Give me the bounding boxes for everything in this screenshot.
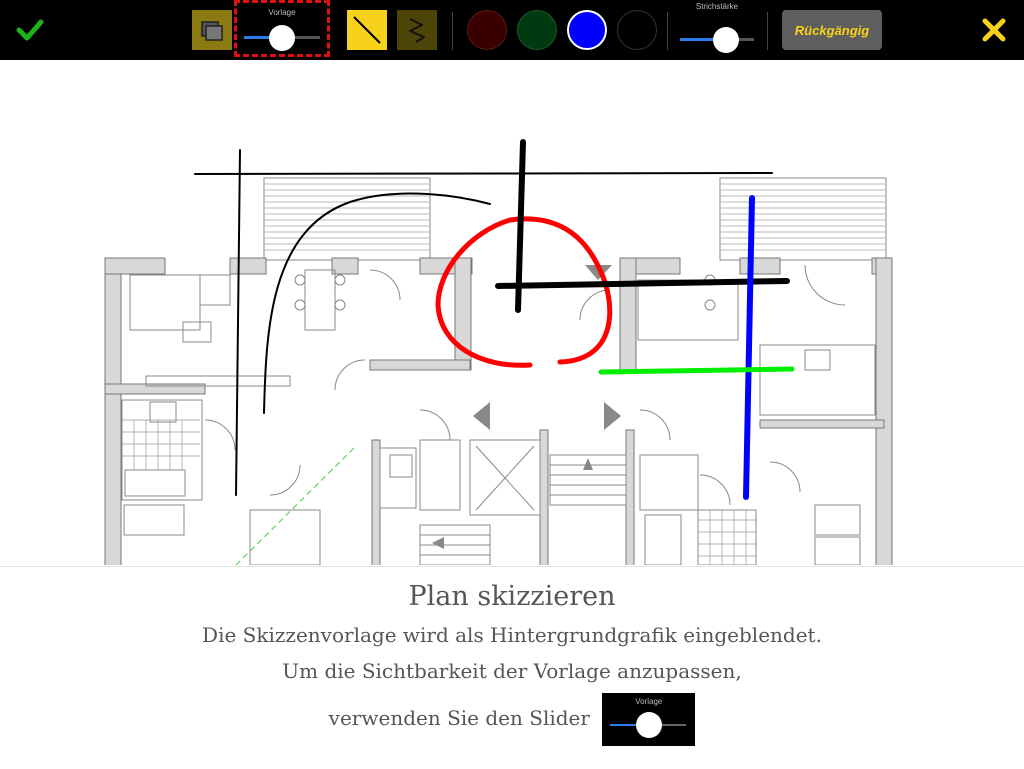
hint-slider-label: Vorlage bbox=[635, 697, 663, 706]
hint-slider-illustration: Vorlage bbox=[602, 693, 696, 746]
toolbar-divider bbox=[767, 12, 768, 50]
stroke-width-slider-label: Strichstärke bbox=[695, 2, 739, 11]
toolbar-divider bbox=[452, 12, 453, 50]
user-sketch-layer bbox=[194, 139, 795, 500]
stroke-width-slider-thumb[interactable] bbox=[713, 27, 739, 53]
toolbar: Vorlage Strichstärke Rückgängig bbox=[0, 0, 1024, 60]
sketch-canvas[interactable] bbox=[0, 60, 1024, 565]
freehand-icon bbox=[409, 18, 425, 43]
close-button[interactable] bbox=[980, 16, 1008, 44]
freehand-tool-button[interactable] bbox=[397, 10, 437, 50]
confirm-button[interactable] bbox=[14, 14, 46, 46]
hint-panel: Plan skizzieren Die Skizzenvorlage wird … bbox=[0, 566, 1024, 769]
hint-title: Plan skizzieren bbox=[408, 581, 616, 612]
close-x-icon bbox=[982, 18, 1006, 42]
undo-button[interactable]: Rückgängig bbox=[782, 10, 882, 50]
layers-icon bbox=[201, 21, 223, 41]
hint-line-1: Die Skizzenvorlage wird als Hintergrundg… bbox=[202, 623, 822, 647]
stroke-width-slider[interactable]: Strichstärke bbox=[680, 2, 754, 53]
template-slider[interactable]: Vorlage bbox=[244, 8, 320, 51]
hint-line-3-text: verwenden Sie den Slider bbox=[328, 706, 590, 730]
hint-line-2: Um die Sichtbarkeit der Vorlage anzupass… bbox=[282, 659, 742, 683]
line-tool-button[interactable] bbox=[347, 10, 387, 50]
checkmark-icon bbox=[16, 19, 44, 41]
template-layer-button[interactable] bbox=[192, 10, 232, 50]
color-dark-green[interactable] bbox=[517, 10, 557, 50]
template-slider-label: Vorlage bbox=[268, 8, 296, 17]
toolbar-divider bbox=[667, 12, 668, 50]
hint-slider-thumb bbox=[636, 712, 663, 738]
color-dark-red[interactable] bbox=[467, 10, 507, 50]
template-slider-thumb[interactable] bbox=[269, 25, 295, 51]
straight-line-icon bbox=[353, 16, 381, 44]
color-black[interactable] bbox=[617, 10, 657, 50]
hint-line-3: verwenden Sie den Slider Vorlage bbox=[0, 693, 1024, 746]
color-blue-selected[interactable] bbox=[567, 10, 607, 50]
